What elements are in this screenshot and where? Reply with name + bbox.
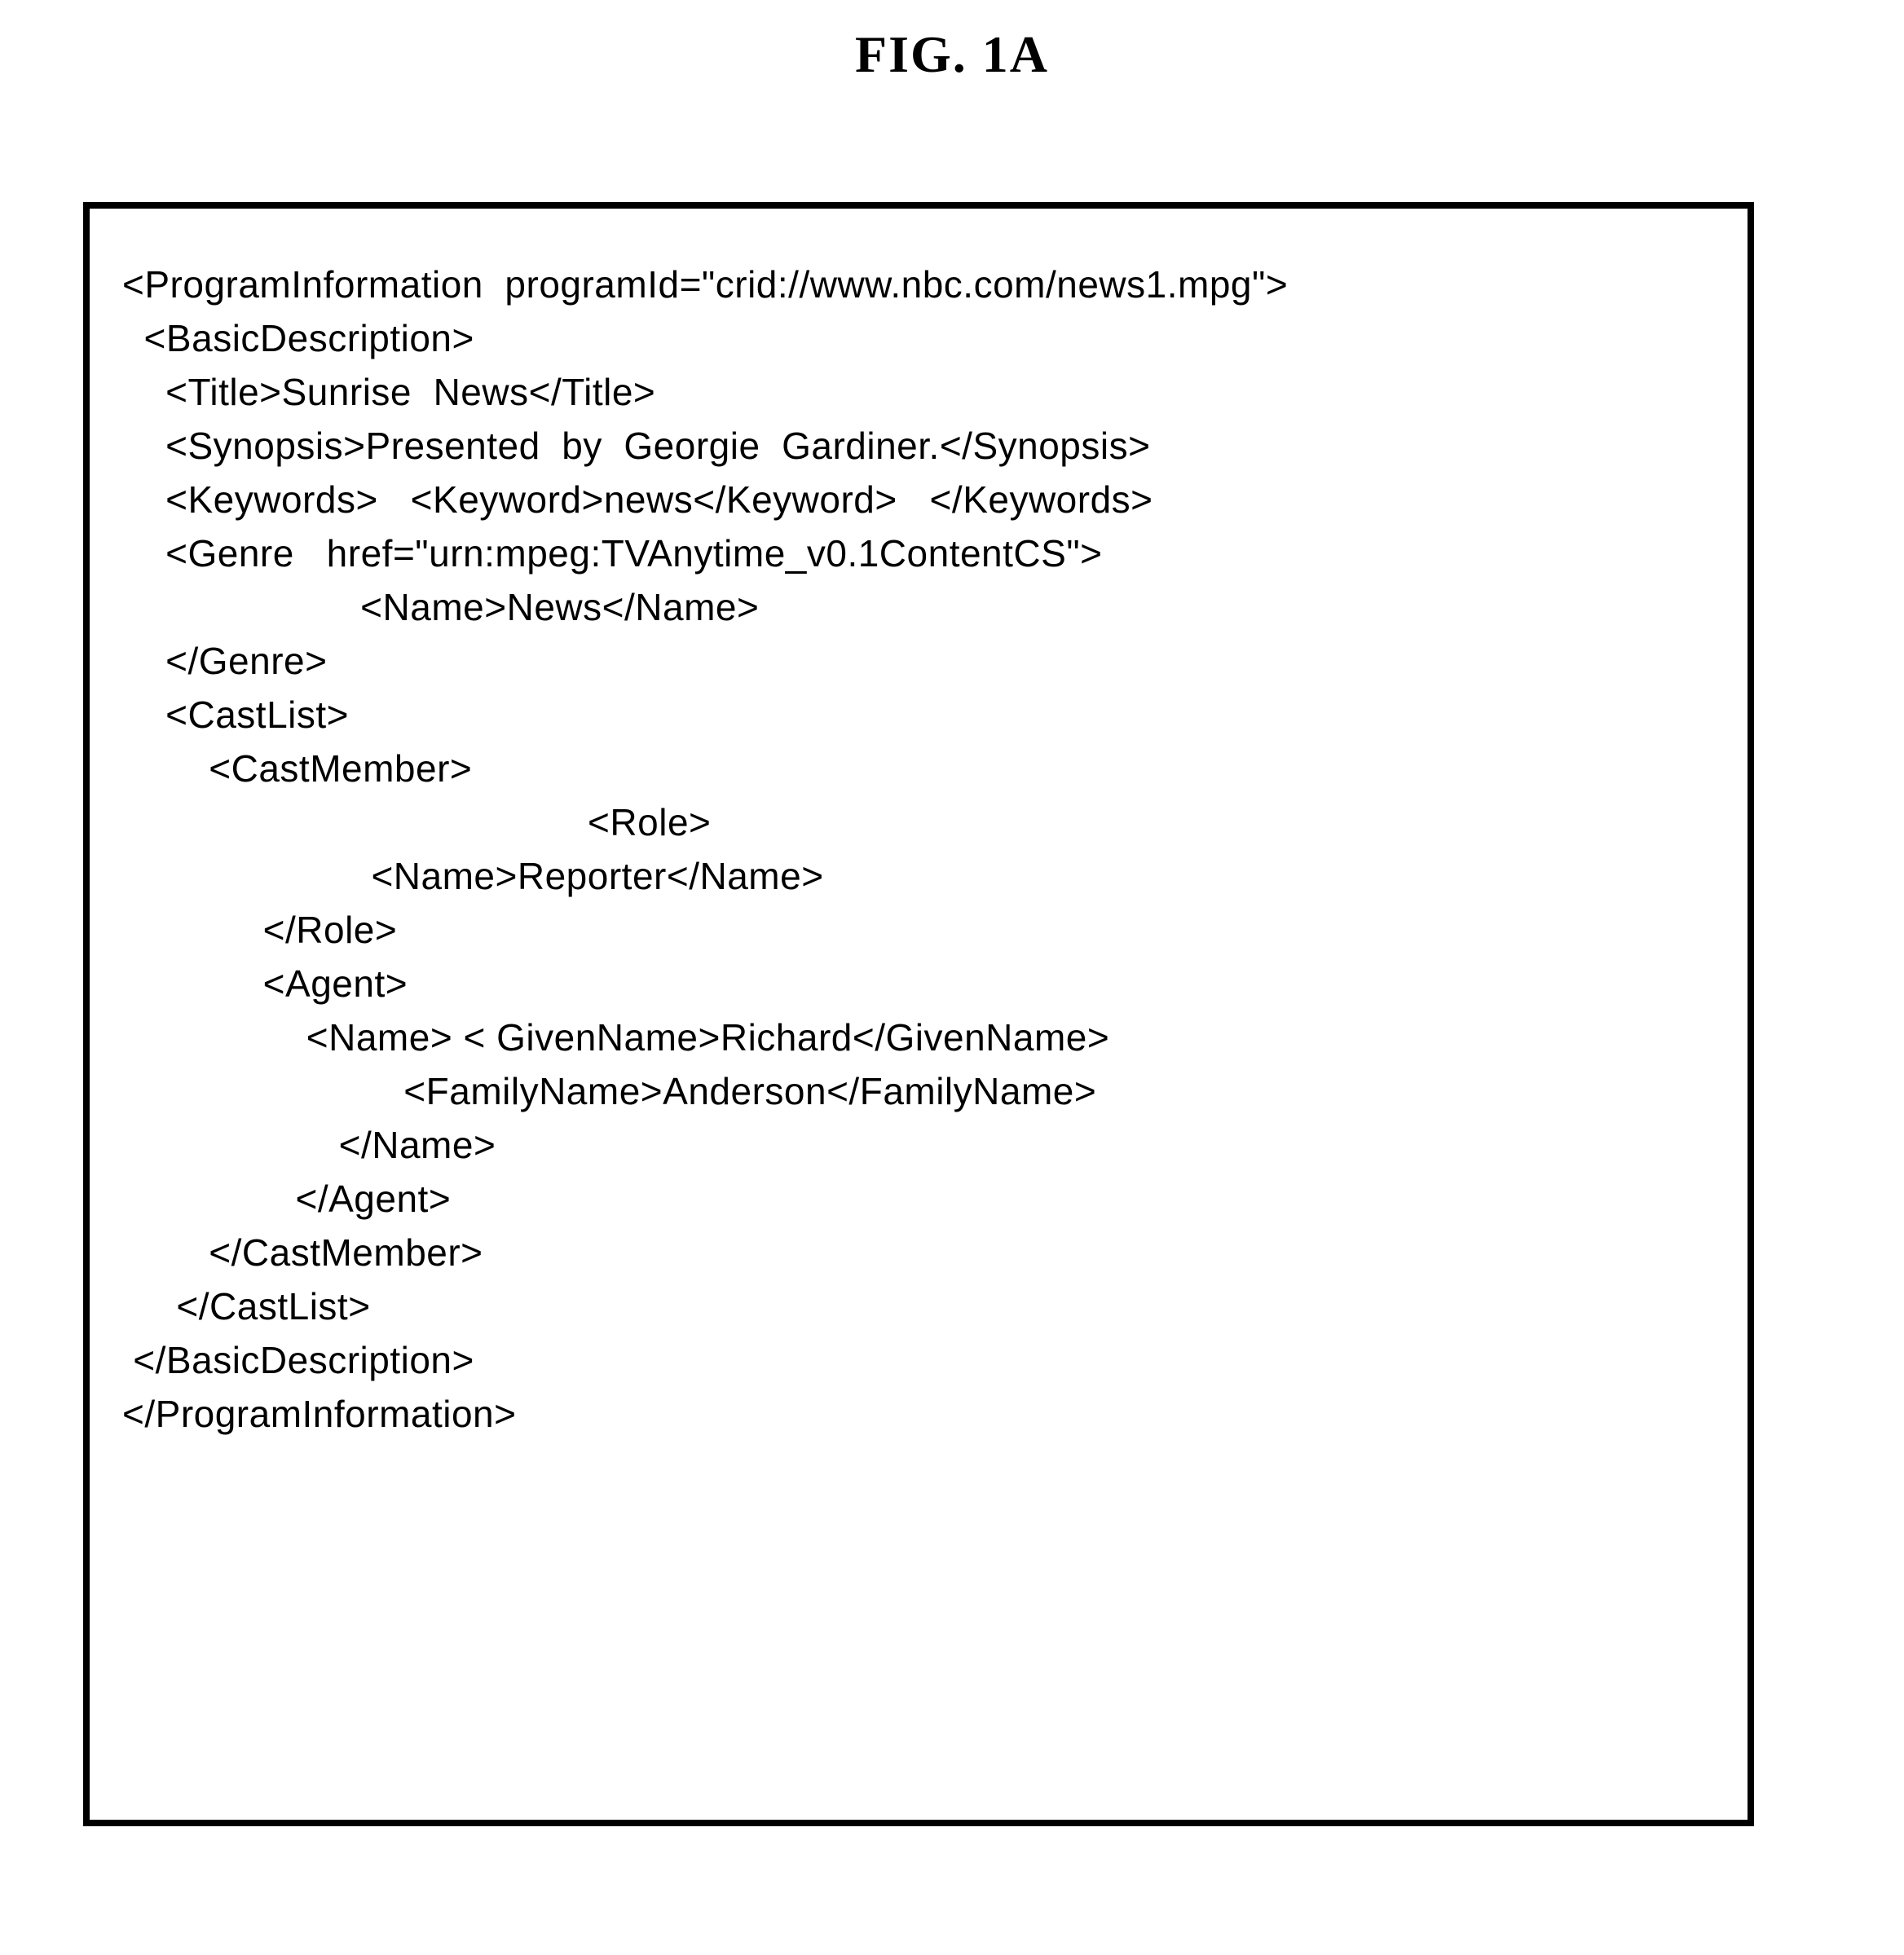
code-line: <BasicDescription> xyxy=(122,319,1715,373)
code-line: <CastList> xyxy=(122,696,1715,750)
xml-code-listing: <ProgramInformation programId="crid://ww… xyxy=(122,266,1715,1449)
code-line: <Role> xyxy=(122,804,1715,857)
code-line: <CastMember> xyxy=(122,750,1715,804)
code-line: <Synopsis>Presented by Georgie Gardiner.… xyxy=(122,427,1715,481)
code-line: </ProgramInformation> xyxy=(122,1395,1715,1449)
figure-label: FIG. 1A xyxy=(0,24,1904,85)
code-line: <ProgramInformation programId="crid://ww… xyxy=(122,266,1715,319)
code-line: </BasicDescription> xyxy=(122,1341,1715,1395)
code-line: <Name> < GivenName>Richard</GivenName> xyxy=(122,1019,1715,1072)
page: FIG. 1A <ProgramInformation programId="c… xyxy=(0,0,1904,1955)
code-line: </CastList> xyxy=(122,1288,1715,1341)
code-line: <Title>Sunrise News</Title> xyxy=(122,373,1715,427)
code-line: <Agent> xyxy=(122,965,1715,1019)
code-line: </Role> xyxy=(122,911,1715,965)
xml-code-box: <ProgramInformation programId="crid://ww… xyxy=(83,202,1754,1826)
code-line: </Name> xyxy=(122,1126,1715,1180)
code-line: </Agent> xyxy=(122,1180,1715,1234)
code-line: <Name>News</Name> xyxy=(122,588,1715,642)
code-line: </CastMember> xyxy=(122,1234,1715,1288)
code-line: <Keywords> <Keyword>news</Keyword> </Key… xyxy=(122,481,1715,535)
code-line: <Genre href="urn:mpeg:TVAnytime_v0.1Cont… xyxy=(122,535,1715,588)
code-line: <FamilyName>Anderson</FamilyName> xyxy=(122,1072,1715,1126)
code-line: <Name>Reporter</Name> xyxy=(122,857,1715,911)
code-line: </Genre> xyxy=(122,642,1715,696)
